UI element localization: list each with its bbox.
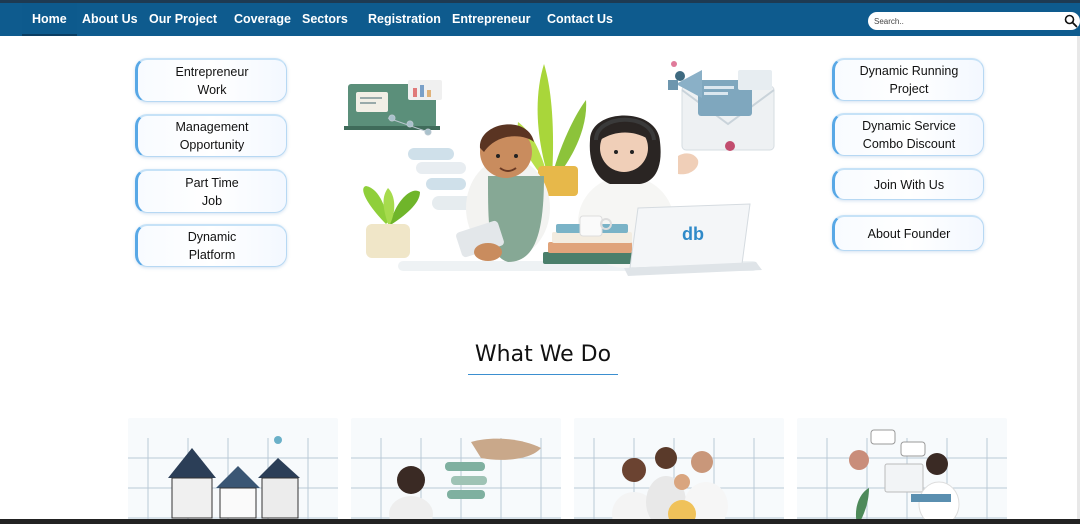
service-card-3[interactable]: [574, 418, 784, 524]
bottom-bar: [0, 519, 1080, 524]
nav-our-project[interactable]: Our Project: [149, 3, 217, 36]
button-label-line2: Job: [201, 193, 223, 208]
service-card-4[interactable]: [797, 418, 1007, 524]
town-illustration: [128, 436, 338, 524]
dynamic-platform-button[interactable]: Dynamic Platform: [135, 224, 287, 267]
dynamic-running-project-button[interactable]: Dynamic Running Project: [832, 58, 984, 101]
button-label-line2: Project: [889, 82, 929, 96]
button-label-line1: Dynamic: [187, 230, 237, 244]
nav-coverage[interactable]: Coverage: [234, 3, 291, 36]
support-illustration: [797, 429, 1007, 524]
button-label-line1: Dynamic Service: [862, 119, 956, 133]
button-label-line1: Dynamic Running: [859, 64, 959, 78]
button-label: About Founder: [867, 226, 951, 241]
button-label-line2: Work: [197, 82, 227, 97]
envelope-icon: [671, 61, 775, 151]
search-input[interactable]: [874, 14, 1054, 28]
dynamic-service-combo-discount-button[interactable]: Dynamic Service Combo Discount: [832, 113, 984, 156]
title-underline: [468, 374, 618, 375]
entrepreneur-work-button[interactable]: Entrepreneur Work: [135, 58, 287, 102]
nav-sectors[interactable]: Sectors: [302, 3, 348, 36]
nav-contact-us[interactable]: Contact Us: [547, 3, 613, 36]
search-box: [868, 12, 1080, 30]
button-label-line1: Entrepreneur: [175, 64, 249, 79]
world-map-illustration: [351, 438, 561, 524]
button-label-line2: Combo Discount: [862, 137, 956, 151]
laptop-icon: db: [624, 203, 762, 276]
part-time-job-button[interactable]: Part Time Job: [135, 169, 287, 213]
hero-illustration: db: [344, 61, 775, 276]
nav-about-us[interactable]: About Us: [82, 3, 138, 36]
team-illustration: [574, 438, 784, 524]
button-label-line1: Management: [175, 120, 249, 134]
service-card-1[interactable]: [128, 418, 338, 524]
search-icon[interactable]: [1064, 14, 1078, 28]
button-label-line1: Part Time: [185, 175, 239, 190]
main-navbar: Home About Us Our Project Coverage Secto…: [0, 3, 1080, 36]
nav-home[interactable]: Home: [22, 3, 77, 36]
about-founder-button[interactable]: About Founder: [832, 215, 984, 251]
presentation-board-icon: [344, 80, 442, 130]
nav-entrepreneur[interactable]: Entrepreneur: [452, 3, 531, 36]
button-label: Join With Us: [873, 177, 945, 192]
button-label-line2: Opportunity: [179, 138, 245, 152]
nav-registration[interactable]: Registration: [368, 3, 441, 36]
laptop-logo: db: [682, 224, 704, 244]
service-card-2[interactable]: [351, 418, 561, 524]
plant-left-icon: [363, 186, 420, 258]
join-with-us-button[interactable]: Join With Us: [832, 168, 984, 200]
management-opportunity-button[interactable]: Management Opportunity: [135, 114, 287, 157]
section-title-what-we-do: What We Do: [474, 342, 612, 367]
button-label-line2: Platform: [188, 248, 236, 262]
